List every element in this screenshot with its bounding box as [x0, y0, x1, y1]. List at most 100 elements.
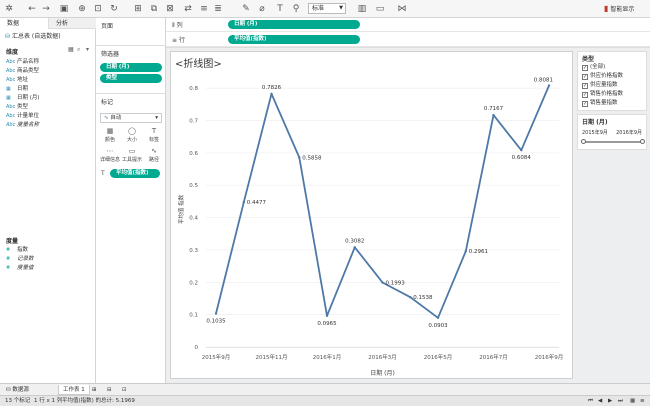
data-label: 0.7167: [484, 106, 504, 112]
marks-button[interactable]: ∿ 路径: [144, 146, 164, 164]
marks-button[interactable]: ⋯ 详细信息: [100, 146, 120, 164]
refresh-icon[interactable]: ↻: [108, 3, 120, 15]
field-item[interactable]: ▦ 日期 (月): [6, 94, 40, 102]
sort-asc-icon[interactable]: ≡: [198, 3, 210, 15]
new-datasource-icon[interactable]: ⊕: [76, 3, 88, 15]
y-tick-label: 0.2: [189, 280, 198, 286]
nav-next-icon[interactable]: ▶: [608, 396, 612, 406]
data-point: [464, 250, 467, 253]
group-icon[interactable]: ⌀: [256, 3, 268, 15]
new-worksheet-icon[interactable]: ⊞: [88, 385, 101, 395]
show-me-button[interactable]: ▮ 智能显示: [604, 3, 648, 15]
filters-card[interactable]: 筛选器 日期 (月) 类型: [96, 46, 166, 94]
marks-button[interactable]: ◯ 大小: [122, 126, 142, 144]
type-filter-option[interactable]: ✓ 销售价格指数: [582, 91, 623, 98]
datasource-item[interactable]: ⛁ 汇总表 (自选数据): [5, 33, 61, 41]
tableau-logo-icon[interactable]: ✲: [3, 3, 15, 15]
data-point: [298, 156, 301, 159]
field-type-icon: #: [6, 247, 11, 253]
chevron-down-icon[interactable]: ▾: [86, 46, 89, 53]
nav-prev-icon[interactable]: ◀: [598, 396, 602, 406]
marks-button[interactable]: ▭ 工具提示: [122, 146, 142, 164]
field-item[interactable]: Abc 产品名称: [6, 58, 39, 66]
rows-icon: ≡: [172, 37, 178, 44]
type-filter-label: 供应价格指数: [590, 73, 624, 79]
labels-icon[interactable]: T: [274, 3, 286, 15]
toolbar: ✲ ← → ▣ ⊕ ⊡ ↻ ⊞ ⧉ ⊠ ⇄ ≡ ≣ ✎ ⌀ T ⚲ 标准 ▼ ▥…: [0, 0, 650, 18]
field-name: 度量值: [17, 265, 34, 271]
save-icon[interactable]: ▣: [58, 3, 70, 15]
grid-view-icon[interactable]: ▦: [630, 396, 635, 406]
presentation-icon[interactable]: ▭: [374, 3, 386, 15]
date-range-handle-start[interactable]: [581, 139, 586, 144]
sheet-tab-1[interactable]: 工作表 1: [58, 385, 90, 395]
marks-button[interactable]: T 标签: [144, 126, 164, 144]
date-range-handle-end[interactable]: [640, 139, 645, 144]
data-point: [520, 148, 523, 152]
pages-card[interactable]: 页面: [96, 18, 166, 46]
field-item[interactable]: Abc 度量名称: [6, 121, 39, 129]
mark-type-select[interactable]: ∿ 自动 ▾: [100, 113, 162, 123]
view-fit-select[interactable]: 标准 ▼: [308, 3, 346, 14]
rows-shelf-label: ≡ 行: [172, 35, 185, 44]
nav-last-icon[interactable]: ⏭: [618, 396, 623, 406]
chevron-down-icon: ▾: [155, 115, 158, 121]
swap-icon[interactable]: ⇄: [182, 3, 194, 15]
data-point: [409, 296, 412, 299]
dimensions-grid-icon[interactable]: ▦: [68, 46, 74, 53]
list-view-icon[interactable]: ≡: [640, 396, 645, 406]
undo-icon[interactable]: ←: [26, 3, 38, 15]
marks-title: 标记: [101, 99, 114, 106]
rows-shelf[interactable]: ≡ 行 平均值(指数): [166, 33, 650, 47]
sort-desc-icon[interactable]: ≣: [212, 3, 224, 15]
new-dashboard-icon[interactable]: ⊟: [103, 385, 116, 395]
tab-analysis[interactable]: 分析: [48, 18, 96, 29]
field-item[interactable]: Abc 地址: [6, 76, 28, 84]
columns-label: 列: [176, 22, 183, 29]
field-name: 类型: [17, 104, 29, 110]
filter-pill-date[interactable]: 日期 (月): [100, 63, 162, 72]
datasource-tab[interactable]: ⛁ 数据源: [2, 385, 33, 395]
redo-icon[interactable]: →: [40, 3, 52, 15]
field-item[interactable]: # 指数: [6, 246, 28, 254]
database-icon: ⛁: [6, 387, 11, 393]
share-icon[interactable]: ⋈: [396, 3, 408, 15]
search-icon[interactable]: ⌕: [77, 46, 80, 54]
columns-shelf[interactable]: ⦀ 列 日期 (月): [166, 18, 650, 32]
filters-title: 筛选器: [101, 51, 120, 58]
pause-updates-icon[interactable]: ⊡: [92, 3, 104, 15]
field-type-icon: Abc: [6, 113, 16, 119]
duplicate-sheet-icon[interactable]: ⧉: [148, 3, 160, 15]
rows-pill-avg-index[interactable]: 平均值(指数): [228, 35, 360, 44]
new-story-icon[interactable]: ⊡: [118, 385, 131, 395]
marks-button[interactable]: ▦ 颜色: [100, 126, 120, 144]
field-item[interactable]: Abc 计量单位: [6, 112, 39, 120]
data-point: [547, 84, 551, 87]
marks-pill-avg-index[interactable]: 平均值(指数): [110, 169, 160, 178]
highlight-icon[interactable]: ✎: [240, 3, 252, 15]
data-label: 0.4477: [247, 200, 267, 206]
date-range-track[interactable]: [584, 141, 642, 143]
show-me-label: 智能显示: [610, 6, 635, 13]
type-filter-option[interactable]: ✓ 供应量指数: [582, 82, 618, 89]
columns-pill-date[interactable]: 日期 (月): [228, 20, 360, 29]
status-rows-cols: 1 行 x 1 列: [34, 398, 63, 404]
type-filter-option[interactable]: ✓ (全部): [582, 64, 605, 71]
field-item[interactable]: # 度量值: [6, 264, 34, 272]
filter-pill-type[interactable]: 类型: [100, 74, 162, 83]
marks-button-icon: ▦: [106, 127, 114, 135]
pin-icon[interactable]: ⚲: [290, 3, 302, 15]
new-sheet-icon[interactable]: ⊞: [132, 3, 144, 15]
type-filter-option[interactable]: ✓ 销售量指数: [582, 100, 618, 107]
field-item[interactable]: Abc 商品类型: [6, 67, 39, 75]
field-item[interactable]: # 记录数: [6, 255, 34, 263]
field-type-icon: Abc: [6, 59, 16, 65]
x-tick-label: 2015年9月: [202, 353, 231, 361]
clear-sheet-icon[interactable]: ⊠: [164, 3, 176, 15]
chart-icon[interactable]: ▥: [356, 3, 368, 15]
type-filter-option[interactable]: ✓ 供应价格指数: [582, 73, 623, 80]
tab-data[interactable]: 数据: [0, 18, 48, 29]
field-item[interactable]: ▦ 日期: [6, 85, 28, 93]
nav-first-icon[interactable]: ⏮: [588, 396, 593, 406]
field-item[interactable]: Abc 类型: [6, 103, 28, 111]
